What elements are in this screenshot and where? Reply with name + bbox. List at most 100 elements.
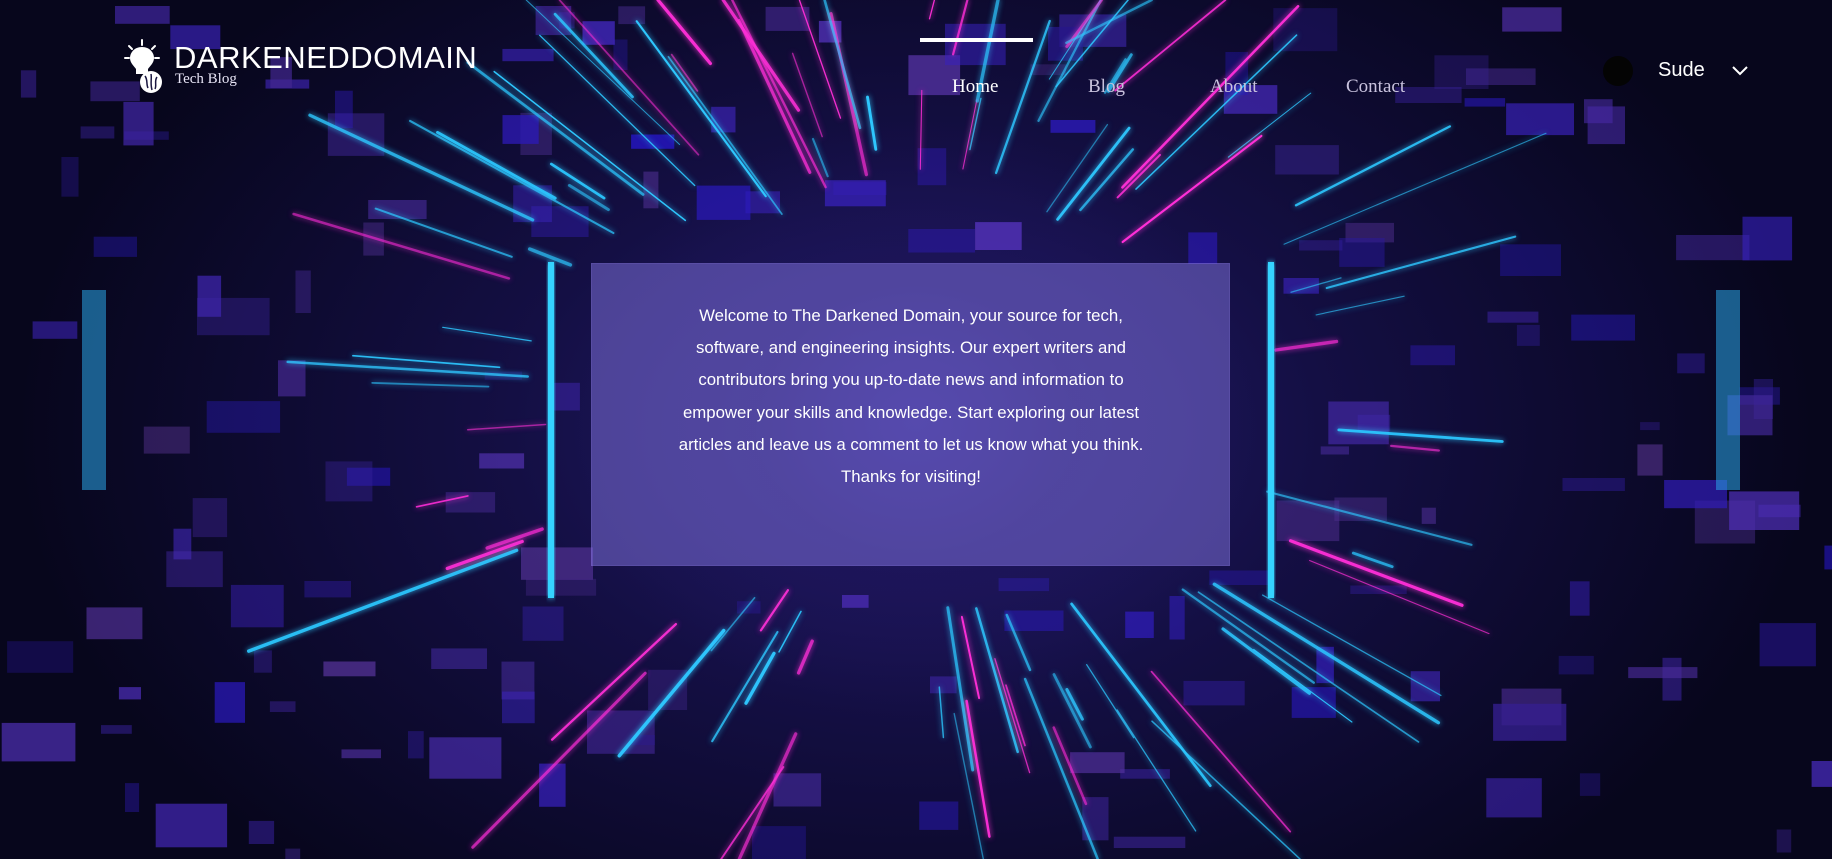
tunnel-block	[115, 6, 170, 24]
tunnel-block	[1742, 216, 1793, 261]
tunnel-block	[522, 606, 564, 641]
user-menu[interactable]: Sude	[1603, 56, 1763, 86]
neon-streak	[938, 686, 945, 739]
neon-streak	[1056, 126, 1131, 221]
tunnel-block	[335, 90, 353, 129]
neon-streak	[1197, 591, 1420, 743]
neon-streak	[791, 52, 823, 138]
tunnel-block	[304, 581, 351, 598]
neon-streak	[466, 61, 645, 196]
tunnel-block	[1759, 623, 1816, 667]
neon-streak	[866, 95, 878, 151]
tunnel-block	[1410, 345, 1455, 366]
tunnel-block	[1824, 545, 1832, 570]
tunnel-block	[125, 783, 140, 812]
neon-streak	[1114, 0, 1227, 92]
neon-streak	[1288, 539, 1464, 607]
neon-streak	[1315, 295, 1405, 316]
neon-streak	[711, 630, 779, 743]
tunnel-block	[1676, 235, 1750, 261]
tunnel-block	[86, 607, 143, 640]
tunnel-block	[1125, 611, 1154, 638]
tunnel-block	[1729, 491, 1800, 530]
tunnel-block	[80, 126, 115, 139]
tunnel-block	[551, 382, 580, 411]
nav-item-contact[interactable]: Contact	[1346, 76, 1405, 98]
tunnel-block	[341, 749, 381, 759]
neon-streak	[656, 0, 713, 66]
nav-item-home[interactable]: Home	[952, 76, 998, 98]
tunnel-block	[539, 763, 566, 807]
neon-streak	[1309, 559, 1490, 635]
neon-streak	[965, 699, 991, 838]
neon-streak	[617, 628, 726, 758]
tunnel-block	[93, 236, 137, 257]
tunnel-block	[197, 297, 270, 336]
tunnel-block	[919, 801, 959, 830]
tunnel-block	[1562, 478, 1625, 491]
neon-streak	[371, 381, 490, 388]
neon-streak	[374, 207, 513, 258]
tunnel-block	[445, 492, 496, 513]
tunnel-block	[1334, 497, 1387, 521]
tunnel-block	[1464, 98, 1506, 107]
tunnel-block	[1030, 64, 1067, 76]
tunnel-block	[930, 676, 957, 694]
tunnel-block	[206, 401, 281, 433]
nav-item-blog[interactable]: Blog	[1088, 76, 1125, 98]
user-name[interactable]: Sude	[1658, 59, 1705, 82]
page: DARKENEDDOMAIN Tech Blog Home Blog About…	[0, 0, 1832, 859]
tunnel-block	[20, 70, 37, 98]
tunnel-block	[1587, 106, 1625, 145]
tunnel-block	[1395, 87, 1462, 103]
tunnel-block	[587, 710, 655, 754]
tunnel-block	[1558, 655, 1594, 675]
neon-streak	[466, 423, 547, 431]
active-nav-indicator	[920, 38, 1033, 42]
tunnel-block	[1275, 145, 1339, 175]
neon-streak	[1121, 134, 1263, 244]
tunnel-block	[737, 601, 761, 614]
tunnel-block	[408, 731, 424, 759]
neon-streak	[1005, 684, 1026, 747]
tunnel-block	[1628, 667, 1698, 679]
neon-streak	[292, 212, 511, 280]
neon-streak	[1351, 551, 1394, 569]
neon-streak	[759, 589, 790, 632]
tunnel-block	[1516, 324, 1540, 346]
tunnel-block	[61, 157, 79, 197]
tunnel-block	[101, 725, 132, 734]
tunnel-block	[323, 661, 376, 677]
tunnel-block	[1506, 103, 1574, 136]
tunnel-block	[752, 826, 806, 859]
tunnel-block	[325, 461, 373, 502]
tunnel-block	[479, 453, 525, 469]
site-logo[interactable]: DARKENEDDOMAIN Tech Blog	[124, 38, 484, 94]
tunnel-block	[1188, 232, 1218, 264]
neon-streak	[994, 658, 1031, 774]
tunnel-block	[431, 648, 487, 669]
tunnel-block	[1640, 422, 1660, 431]
site-subtitle: Tech Blog	[175, 71, 237, 87]
tunnel-block	[429, 737, 502, 779]
intro-text: Welcome to The Darkened Domain, your sou…	[678, 306, 1144, 487]
tunnel-block	[269, 701, 296, 712]
tunnel-block	[295, 270, 311, 313]
tunnel-block	[155, 803, 228, 848]
tunnel-block	[1328, 401, 1389, 445]
tunnel-block	[631, 134, 675, 149]
chevron-down-icon[interactable]	[1731, 64, 1749, 78]
neon-streak	[798, 0, 842, 119]
tunnel-block	[118, 687, 141, 700]
tunnel-block	[1421, 507, 1436, 524]
tunnel-block	[166, 551, 223, 588]
neon-streak	[549, 162, 606, 200]
tunnel-block	[521, 547, 593, 580]
avatar[interactable]	[1603, 56, 1633, 86]
lightbulb-brain-icon	[124, 39, 162, 93]
neon-streak	[286, 360, 529, 378]
neon-streak	[796, 639, 814, 675]
neon-streak	[246, 548, 519, 653]
tunnel-block	[32, 321, 78, 339]
nav-item-about[interactable]: About	[1210, 76, 1258, 98]
